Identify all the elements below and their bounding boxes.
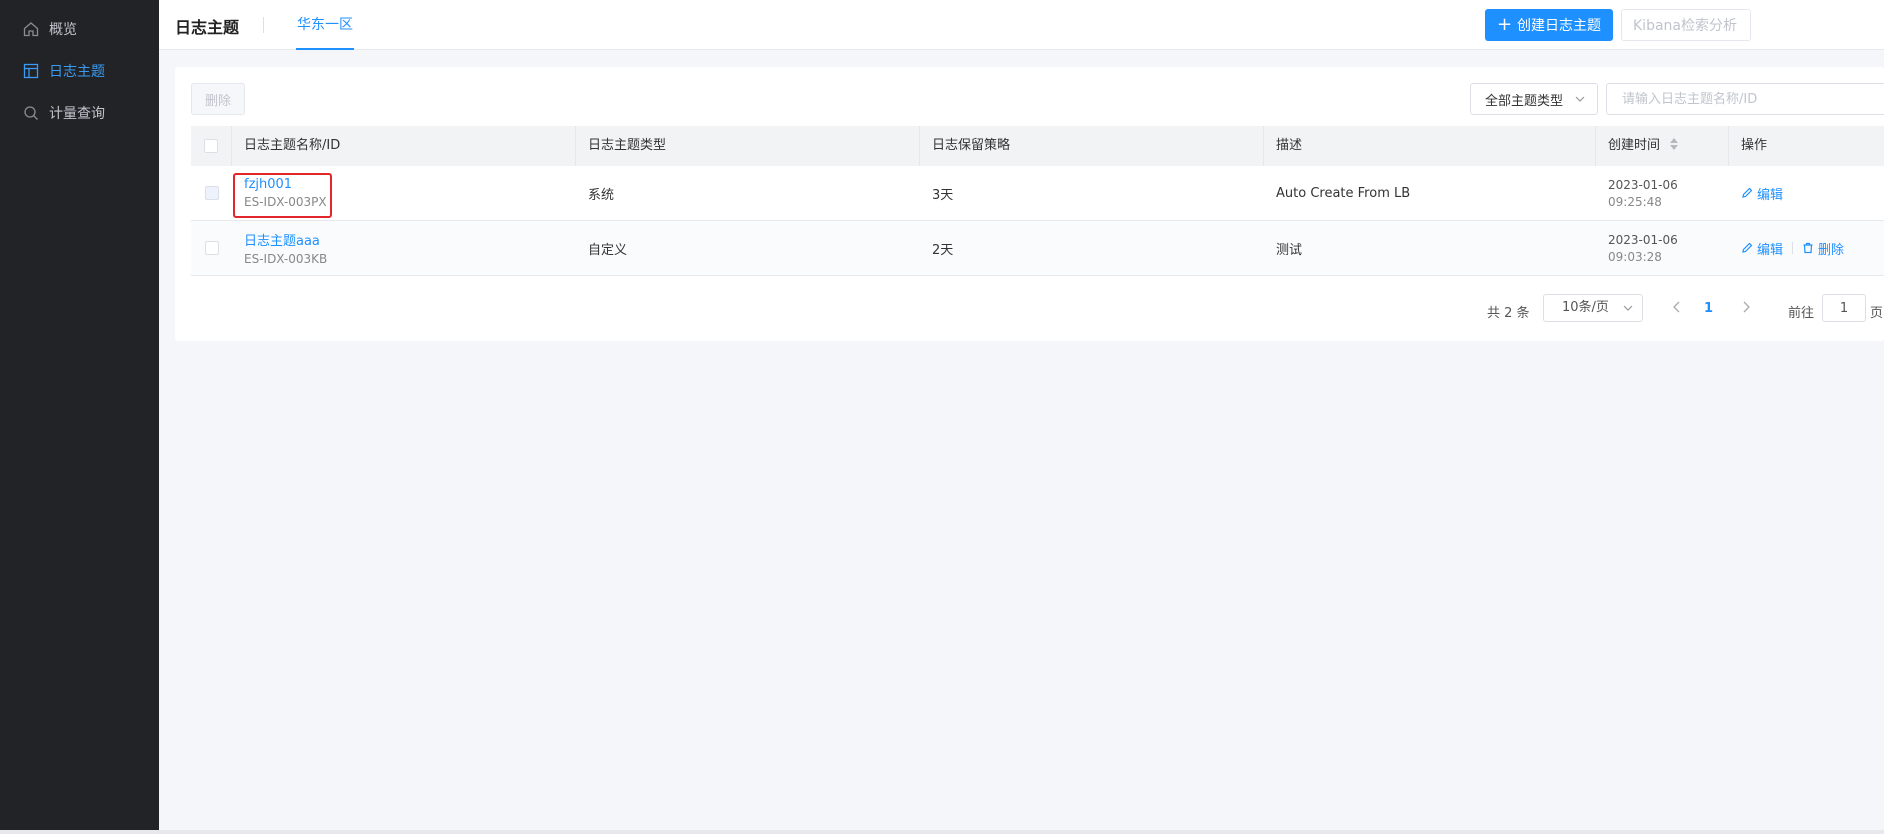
tab-region[interactable]: 华东一区 — [296, 0, 354, 50]
goto-label: 前往 — [1788, 306, 1815, 321]
topic-name-link[interactable]: 日志主题aaa — [244, 230, 576, 249]
delete-button[interactable]: 删除 — [1802, 239, 1844, 258]
delete-label: 删除 — [1818, 242, 1845, 258]
title-divider — [263, 17, 264, 33]
created-time: 09:03:28 — [1608, 249, 1662, 264]
name-cell: 日志主题aaa ES-IDX-003KB — [232, 221, 576, 275]
home-icon — [22, 20, 40, 38]
created-time: 09:25:48 — [1608, 194, 1662, 209]
layout-icon — [22, 62, 40, 80]
search-icon — [22, 104, 40, 122]
actions-cell: 编辑 删除 — [1729, 221, 1884, 275]
row-checkbox[interactable] — [204, 186, 219, 200]
sidebar-item-metering[interactable]: 计量查询 — [0, 92, 159, 134]
trash-icon — [1803, 242, 1813, 254]
column-header-description: 描述 — [1264, 126, 1596, 166]
name-cell: fzjh001 ES-IDX-003PX — [232, 166, 576, 220]
bottom-bar — [0, 830, 1884, 834]
sort-icon[interactable] — [1670, 138, 1679, 150]
table-row: fzjh001 ES-IDX-003PX 系统 3天 Auto Create F… — [191, 166, 1884, 221]
main-panel: 删除 全部主题类型 日志主题名称/ID 日志主题类型 日志保留策略 描述 创建时… — [175, 67, 1884, 341]
search-input[interactable] — [1606, 83, 1884, 115]
table-row: 日志主题aaa ES-IDX-003KB 自定义 2天 测试 2023-01-0… — [191, 221, 1884, 276]
table-header: 日志主题名称/ID 日志主题类型 日志保留策略 描述 创建时间 操作 — [191, 126, 1884, 166]
row-select-cell — [191, 166, 232, 220]
select-all-cell — [191, 126, 232, 166]
column-header-name: 日志主题名称/ID — [232, 126, 576, 166]
retention-cell: 2天 — [932, 242, 954, 258]
topic-name-link[interactable]: fzjh001 — [244, 177, 576, 192]
sidebar-item-label: 日志主题 — [49, 64, 105, 80]
sidebar-item-label: 概览 — [49, 22, 77, 38]
retention-cell: 3天 — [932, 187, 954, 203]
column-header-created-label: 创建时间 — [1608, 138, 1661, 153]
select-all-checkbox[interactable] — [204, 139, 218, 153]
created-cell: 2023-01-06 09:25:48 — [1596, 166, 1729, 220]
page-number-1[interactable]: 1 — [1704, 301, 1713, 316]
prev-page-icon[interactable] — [1669, 298, 1685, 316]
action-divider — [1792, 242, 1794, 254]
chevron-down-icon — [1575, 96, 1585, 102]
edit-label: 编辑 — [1757, 187, 1784, 203]
row-select-cell — [191, 221, 232, 275]
type-cell: 系统 — [588, 187, 615, 203]
sidebar: 概览 日志主题 计量查询 — [0, 0, 159, 830]
column-header-created[interactable]: 创建时间 — [1596, 126, 1729, 166]
page-title: 日志主题 — [175, 18, 240, 37]
created-date: 2023-01-06 — [1608, 177, 1678, 192]
edit-icon — [1742, 187, 1753, 198]
topic-type-value: 全部主题类型 — [1485, 93, 1564, 109]
edit-label: 编辑 — [1757, 242, 1784, 258]
edit-icon — [1742, 242, 1753, 253]
actions-cell: 编辑 — [1729, 166, 1884, 220]
column-header-actions: 操作 — [1741, 138, 1768, 153]
page-suffix: 页 — [1870, 306, 1884, 321]
page-size-select[interactable]: 10条/页 — [1543, 294, 1643, 322]
topic-type-select[interactable]: 全部主题类型 — [1470, 83, 1598, 115]
kibana-button[interactable]: Kibana检索分析 — [1621, 9, 1751, 41]
edit-button[interactable]: 编辑 — [1741, 239, 1783, 258]
page-size-value: 10条/页 — [1562, 300, 1609, 315]
created-cell: 2023-01-06 09:03:28 — [1596, 221, 1729, 275]
next-page-icon[interactable] — [1738, 298, 1754, 316]
goto-page-input[interactable] — [1822, 294, 1866, 322]
row-checkbox[interactable] — [204, 241, 219, 255]
column-header-type: 日志主题类型 — [576, 126, 920, 166]
chevron-down-icon — [1623, 305, 1633, 311]
bulk-delete-button[interactable]: 删除 — [191, 83, 245, 115]
pagination: 共 2 条 10条/页 1 前往 页 — [175, 292, 1884, 332]
plus-icon: + — [1496, 14, 1513, 35]
edit-button[interactable]: 编辑 — [1741, 184, 1783, 203]
log-topic-table: 日志主题名称/ID 日志主题类型 日志保留策略 描述 创建时间 操作 fzjh0… — [191, 126, 1884, 276]
sidebar-item-log-topics[interactable]: 日志主题 — [0, 50, 159, 92]
type-cell: 自定义 — [588, 242, 628, 258]
pagination-total: 共 2 条 — [1487, 306, 1530, 321]
description-cell: Auto Create From LB — [1276, 185, 1411, 201]
topic-id: ES-IDX-003PX — [244, 195, 327, 209]
create-log-topic-button[interactable]: + 创建日志主题 — [1485, 9, 1613, 41]
description-cell: 测试 — [1276, 242, 1303, 258]
sidebar-item-label: 计量查询 — [49, 106, 105, 122]
create-button-label: 创建日志主题 — [1517, 18, 1602, 34]
created-date: 2023-01-06 — [1608, 232, 1678, 247]
topic-id: ES-IDX-003KB — [244, 252, 328, 266]
sidebar-item-overview[interactable]: 概览 — [0, 8, 159, 50]
column-header-retention: 日志保留策略 — [920, 126, 1264, 166]
